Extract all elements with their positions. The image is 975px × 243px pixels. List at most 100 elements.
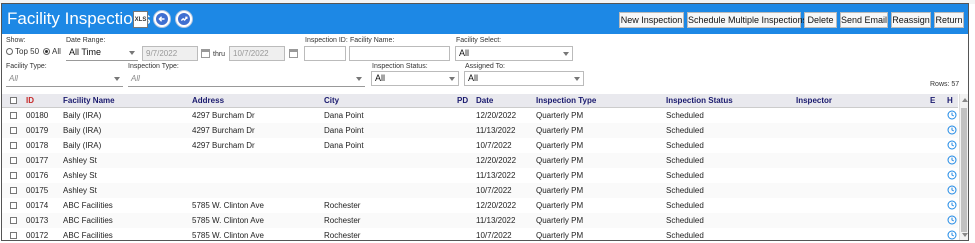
vertical-scrollbar[interactable]	[959, 94, 968, 240]
select-all-checkbox[interactable]	[10, 97, 17, 104]
cell-inspection-type: Quarterly PM	[536, 156, 584, 165]
table-row[interactable]: 00179 Baily (IRA) 4297 Burcham Dr Dana Poin…	[2, 123, 958, 139]
history-clock-icon[interactable]	[947, 140, 957, 150]
cell-date: 10/7/2022	[476, 186, 512, 195]
column-header-address[interactable]: Address	[192, 96, 224, 105]
facility-name-label: Facility Name:	[350, 37, 395, 44]
row-checkbox[interactable]	[10, 217, 17, 224]
date-from-input[interactable]: 9/7/2022	[142, 46, 198, 61]
history-clock-icon[interactable]	[947, 125, 957, 135]
history-clock-icon[interactable]	[947, 170, 957, 180]
cell-id: 00176	[26, 171, 49, 180]
cell-date: 10/7/2022	[476, 231, 512, 240]
cell-city: Dana Point	[324, 141, 364, 150]
refresh-icon[interactable]	[175, 10, 193, 28]
cell-inspection-type: Quarterly PM	[536, 216, 584, 225]
row-checkbox[interactable]	[10, 172, 17, 179]
history-clock-icon[interactable]	[947, 155, 957, 165]
cell-date: 12/20/2022	[476, 156, 517, 165]
facility-select-dropdown[interactable]: All	[455, 46, 573, 61]
cell-inspection-status: Scheduled	[666, 231, 704, 240]
back-icon[interactable]	[153, 10, 171, 28]
cell-date: 10/7/2022	[476, 141, 512, 150]
cell-id: 00172	[26, 231, 49, 240]
history-clock-icon[interactable]	[947, 110, 957, 120]
row-checkbox[interactable]	[10, 187, 17, 194]
facility-type-value: All	[9, 74, 18, 83]
cell-facility-name: Baily (IRA)	[63, 141, 102, 150]
reassign-button[interactable]: Reassign	[891, 12, 931, 28]
table-row[interactable]: 00172 ABC Facilities 5785 W. Clinton Ave Ro…	[2, 228, 958, 240]
cell-address: 4297 Burcham Dr	[192, 111, 255, 120]
row-checkbox[interactable]	[10, 127, 17, 134]
column-header-facility-name[interactable]: Facility Name	[63, 96, 115, 105]
scroll-up-icon[interactable]	[962, 98, 968, 102]
inspection-status-label: Inspection Status:	[372, 63, 428, 70]
table-row[interactable]: 00178 Baily (IRA) 4297 Burcham Dr Dana Poin…	[2, 138, 958, 154]
inspection-type-value: All	[131, 74, 140, 83]
inspection-id-label: Inspection ID:	[305, 37, 348, 44]
table-row[interactable]: 00177 Ashley St 12/20/2022 Quarterly PM Sche…	[2, 153, 958, 169]
inspection-status-select[interactable]: All	[371, 71, 459, 86]
facility-inspections-window: Facility Inspections XLS New Inspection …	[1, 3, 969, 241]
inspection-id-input[interactable]	[304, 46, 346, 61]
column-header-inspection-status[interactable]: Inspection Status	[666, 96, 733, 105]
calendar-icon[interactable]	[201, 49, 210, 58]
history-clock-icon[interactable]	[947, 215, 957, 225]
xls-export-icon[interactable]: XLS	[133, 11, 148, 28]
return-button[interactable]: Return	[934, 12, 964, 28]
cell-city: Rochester	[324, 216, 361, 225]
delete-button[interactable]: Delete	[804, 12, 837, 28]
table-row[interactable]: 00173 ABC Facilities 5785 W. Clinton Ave Ro…	[2, 213, 958, 229]
cell-facility-name: Ashley St	[63, 156, 97, 165]
row-checkbox[interactable]	[10, 157, 17, 164]
rows-count: Rows: 57	[930, 81, 960, 88]
cell-id: 00180	[26, 111, 49, 120]
cell-facility-name: Baily (IRA)	[63, 111, 102, 120]
new-inspection-button[interactable]: New Inspection	[619, 12, 684, 28]
calendar-icon[interactable]	[289, 49, 298, 58]
row-checkbox[interactable]	[10, 202, 17, 209]
inspection-type-select[interactable]: All	[128, 72, 365, 87]
cell-inspection-type: Quarterly PM	[536, 141, 584, 150]
table-row[interactable]: 00180 Baily (IRA) 4297 Burcham Dr Dana Poin…	[2, 108, 958, 124]
column-header-city[interactable]: City	[324, 96, 339, 105]
scroll-down-icon[interactable]	[962, 233, 968, 237]
column-header-inspection-type[interactable]: Inspection Type	[536, 96, 596, 105]
history-clock-icon[interactable]	[947, 200, 957, 210]
cell-city: Rochester	[324, 201, 361, 210]
cell-facility-name: Baily (IRA)	[63, 126, 102, 135]
column-header-h[interactable]: H	[947, 96, 953, 105]
table-row[interactable]: 00174 ABC Facilities 5785 W. Clinton Ave Ro…	[2, 198, 958, 214]
cell-inspection-type: Quarterly PM	[536, 201, 584, 210]
column-header-id[interactable]: ID	[26, 96, 34, 105]
date-to-input[interactable]: 10/7/2022	[229, 46, 285, 61]
facility-name-input[interactable]	[349, 46, 450, 61]
facility-type-select[interactable]: All	[6, 72, 123, 87]
history-clock-icon[interactable]	[947, 230, 957, 240]
column-header-pd[interactable]: PD	[457, 96, 468, 105]
column-header-inspector[interactable]: Inspector	[796, 96, 832, 105]
schedule-multiple-inspections-button[interactable]: Schedule Multiple Inspections	[687, 12, 807, 28]
history-clock-icon[interactable]	[947, 185, 957, 195]
send-email-button[interactable]: Send Email	[840, 12, 888, 28]
row-checkbox[interactable]	[10, 142, 17, 149]
cell-inspection-status: Scheduled	[666, 111, 704, 120]
cell-id: 00177	[26, 156, 49, 165]
column-header-date[interactable]: Date	[476, 96, 493, 105]
date-range-label: Date Range:	[66, 37, 106, 44]
all-radio[interactable]	[43, 48, 50, 55]
scrollbar-thumb[interactable]	[961, 108, 967, 232]
date-range-select[interactable]: All Time	[66, 46, 138, 61]
column-header-e[interactable]: E	[930, 96, 935, 105]
cell-id: 00173	[26, 216, 49, 225]
row-checkbox[interactable]	[10, 232, 17, 239]
row-checkbox[interactable]	[10, 112, 17, 119]
assigned-to-select[interactable]: All	[464, 71, 584, 86]
top50-radio[interactable]	[6, 48, 13, 55]
cell-date: 11/13/2022	[476, 171, 516, 180]
cell-inspection-status: Scheduled	[666, 201, 704, 210]
thru-label: thru	[213, 51, 226, 58]
table-row[interactable]: 00176 Ashley St 11/13/2022 Quarterly PM Sche…	[2, 168, 958, 184]
table-row[interactable]: 00175 Ashley St 10/7/2022 Quarterly PM Sched…	[2, 183, 958, 199]
